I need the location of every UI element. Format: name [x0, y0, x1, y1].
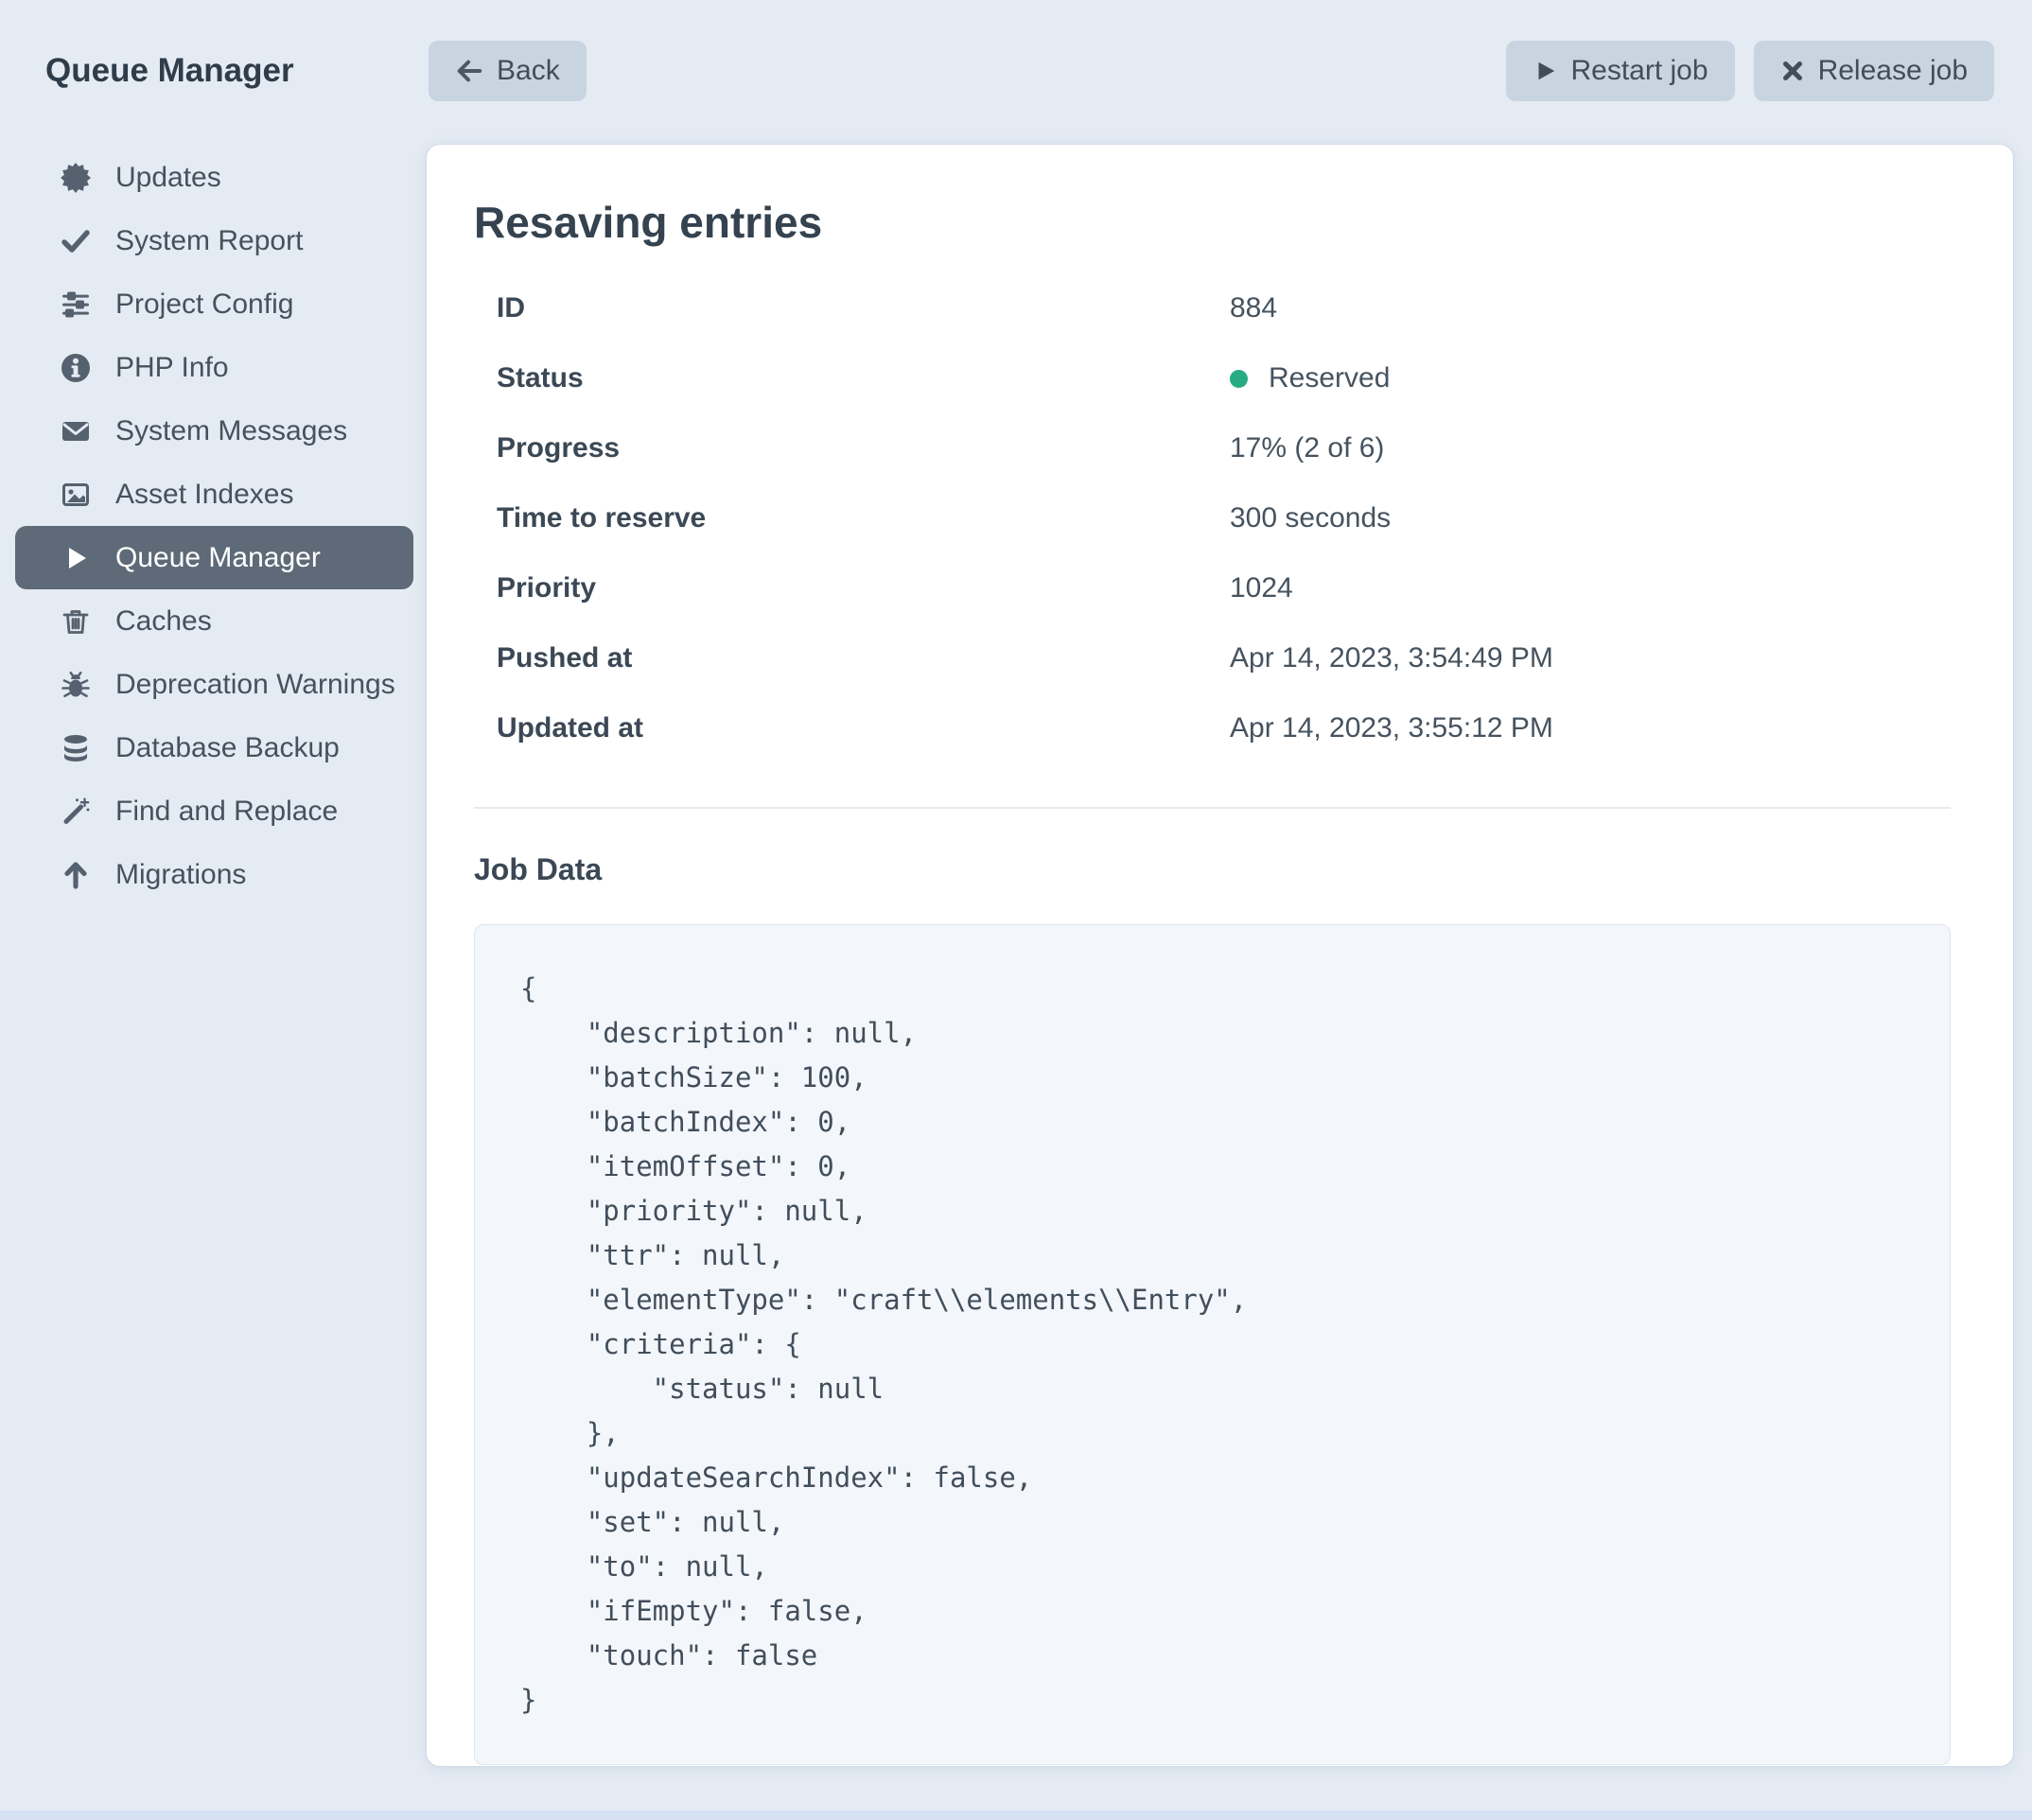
arrow-up-icon: [61, 860, 91, 890]
sidebar-item-label: Find and Replace: [115, 794, 338, 830]
sidebar-item-label: PHP Info: [115, 350, 229, 386]
sidebar-item-project-config[interactable]: Project Config: [15, 272, 413, 336]
header-actions: Restart job Release job: [1506, 41, 1994, 101]
sidebar-item-caches[interactable]: Caches: [15, 589, 413, 653]
detail-label-id: ID: [497, 292, 1230, 324]
bug-icon: [61, 670, 91, 700]
release-job-button[interactable]: Release job: [1754, 41, 1994, 101]
back-arrow-icon: [455, 57, 483, 85]
detail-label-status: Status: [497, 362, 1230, 394]
detail-value-updated-at: Apr 14, 2023, 3:55:12 PM: [1230, 712, 1951, 744]
back-button[interactable]: Back: [429, 41, 587, 101]
detail-value-progress: 17% (2 of 6): [1230, 432, 1951, 464]
sidebar-item-migrations[interactable]: Migrations: [15, 843, 413, 906]
detail-label-updated-at: Updated at: [497, 712, 1230, 744]
sidebar-item-find-and-replace[interactable]: Find and Replace: [15, 779, 413, 843]
section-divider: [474, 807, 1951, 809]
checkmark-icon: [61, 226, 91, 256]
detail-label-priority: Priority: [497, 572, 1230, 604]
sidebar-item-system-messages[interactable]: System Messages: [15, 399, 413, 463]
job-details-table: ID 884 Status Reserved Progress 17% (2 o…: [497, 273, 1951, 763]
detail-value-time-to-reserve: 300 seconds: [1230, 502, 1951, 534]
job-title: Resaving entries: [474, 198, 1951, 247]
job-data-code-block: { "description": null, "batchSize": 100,…: [474, 924, 1951, 1765]
sidebar-item-label: Caches: [115, 604, 212, 639]
sidebar-item-label: Deprecation Warnings: [115, 667, 395, 703]
magic-wand-icon: [61, 796, 91, 827]
sidebar-item-label: Asset Indexes: [115, 477, 293, 513]
detail-value-id: 884: [1230, 292, 1951, 324]
sidebar-item-label: Project Config: [115, 287, 293, 323]
sidebar-item-label: Database Backup: [115, 730, 340, 766]
play-icon: [61, 543, 91, 573]
sidebar-item-database-backup[interactable]: Database Backup: [15, 716, 413, 779]
job-data-json: { "description": null, "batchSize": 100,…: [520, 967, 1904, 1723]
status-dot-icon: [1230, 370, 1248, 388]
image-icon: [61, 480, 91, 510]
sidebar-item-label: Migrations: [115, 857, 246, 893]
sidebar-item-label: System Messages: [115, 413, 347, 449]
restart-job-label: Restart job: [1570, 55, 1708, 87]
info-circle-icon: [61, 353, 91, 383]
detail-label-progress: Progress: [497, 432, 1230, 464]
trash-icon: [61, 606, 91, 637]
envelope-icon: [61, 416, 91, 446]
sliders-icon: [61, 289, 91, 320]
status-text: Reserved: [1269, 362, 1390, 394]
job-detail-card: Resaving entries ID 884 Status Reserved …: [427, 145, 2013, 1766]
job-data-heading: Job Data: [474, 850, 1951, 888]
seal-badge-icon: [61, 163, 91, 193]
release-job-label: Release job: [1818, 55, 1968, 87]
detail-label-time-to-reserve: Time to reserve: [497, 502, 1230, 534]
sidebar-item-deprecation-warnings[interactable]: Deprecation Warnings: [15, 653, 413, 716]
x-icon: [1780, 59, 1805, 83]
restart-job-button[interactable]: Restart job: [1506, 41, 1734, 101]
utilities-sidebar: Updates System Report Project Config: [15, 146, 413, 906]
detail-value-pushed-at: Apr 14, 2023, 3:54:49 PM: [1230, 642, 1951, 674]
back-button-label: Back: [497, 55, 560, 87]
sidebar-item-queue-manager[interactable]: Queue Manager: [15, 526, 413, 589]
detail-value-priority: 1024: [1230, 572, 1951, 604]
sidebar-item-system-report[interactable]: System Report: [15, 209, 413, 272]
sidebar-item-updates[interactable]: Updates: [15, 146, 413, 209]
queue-manager-title: Queue Manager: [45, 41, 294, 101]
detail-label-pushed-at: Pushed at: [497, 642, 1230, 674]
sidebar-item-label: System Report: [115, 223, 303, 259]
sidebar-item-asset-indexes[interactable]: Asset Indexes: [15, 463, 413, 526]
sidebar-item-php-info[interactable]: PHP Info: [15, 336, 413, 399]
bottom-edge-strip: [0, 1811, 2032, 1820]
play-icon: [1533, 59, 1557, 83]
database-icon: [61, 733, 91, 763]
detail-value-status: Reserved: [1230, 362, 1951, 394]
sidebar-item-label: Queue Manager: [115, 540, 321, 576]
sidebar-item-label: Updates: [115, 160, 221, 196]
